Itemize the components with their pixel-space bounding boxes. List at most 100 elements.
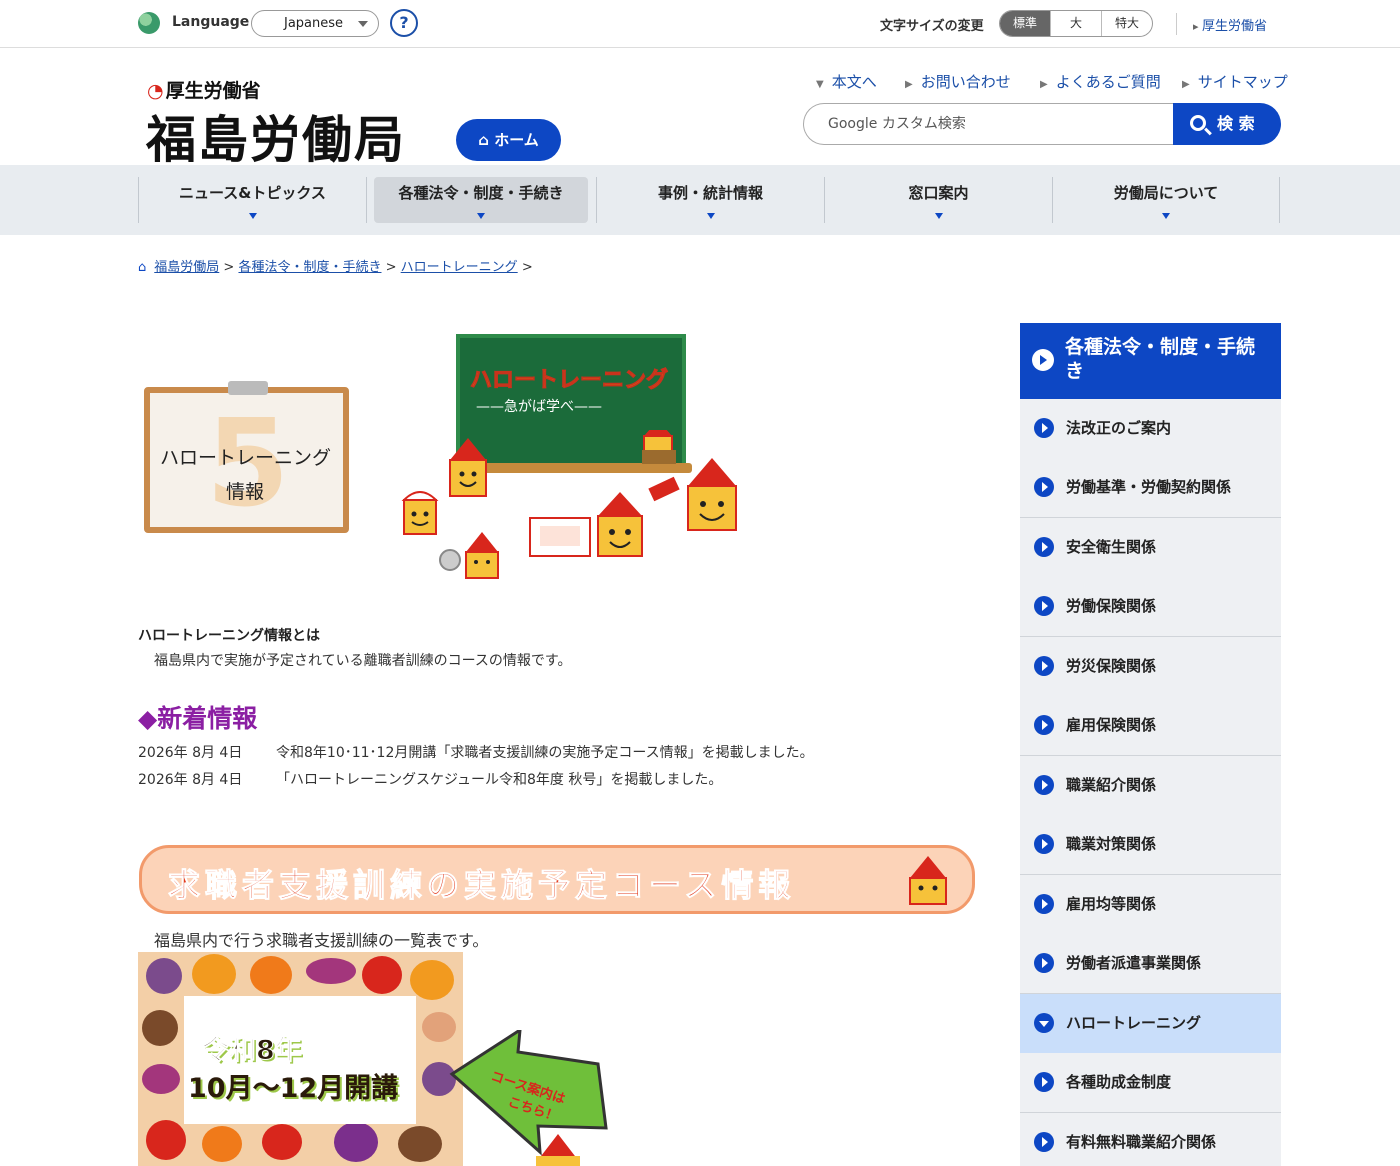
news-item: 2026年 8月 4日 令和8年10･11･12月開講「求職者支援訓練の実施予定コ… — [138, 742, 814, 762]
arrow-circle-icon — [1034, 1072, 1054, 1092]
language-select-value: Japanese — [284, 16, 344, 31]
mhlw-link[interactable]: 厚生労働省 — [1193, 15, 1267, 34]
mushroom-icon — [262, 1124, 302, 1160]
sidebar-heading-label: 各種法令・制度・手続き — [1065, 336, 1256, 382]
faq-link[interactable]: ▶ よくあるご質問 — [1040, 71, 1161, 92]
font-size-xlarge[interactable]: 特大 — [1101, 11, 1152, 36]
eggplant-icon — [146, 958, 182, 994]
schedule-period: 10月～12月開講 — [188, 1073, 399, 1104]
home-icon: ⌂ — [138, 260, 147, 275]
persimmon-icon — [250, 956, 292, 994]
help-icon[interactable]: ? — [390, 9, 418, 37]
news-text: 「ハロートレーニングスケジュール令和8年度 秋号」を掲載しました。 — [276, 772, 723, 788]
news-date: 2026年 8月 4日 — [138, 772, 243, 788]
sidebar-item-labor-insurance[interactable]: 労働保険関係 — [1020, 577, 1281, 637]
sidebar-item-law-revision[interactable]: 法改正のご案内 — [1020, 399, 1281, 459]
arrow-circle-icon — [1034, 775, 1054, 795]
triangle-down-icon: ▼ — [816, 79, 824, 90]
mascot-icon — [401, 491, 461, 571]
persimmon-icon — [202, 1126, 242, 1162]
font-size-large[interactable]: 大 — [1050, 11, 1101, 36]
sidebar-item-equal-employment[interactable]: 雇用均等関係 — [1020, 875, 1281, 935]
sidebar-item-worker-dispatch[interactable]: 労働者派遣事業関係 — [1020, 934, 1281, 994]
sidebar-item-job-placement[interactable]: 職業紹介関係 — [1020, 756, 1281, 816]
skip-to-content-link[interactable]: ▼ 本文へ — [816, 71, 877, 92]
sidebar-item-label: 安全衛生関係 — [1066, 538, 1157, 556]
clipboard-image: 5 ハロートレーニング 情報 — [144, 381, 349, 534]
arrow-circle-icon — [1034, 1132, 1054, 1152]
mascot-icon — [449, 438, 487, 497]
caret-down-icon — [477, 213, 485, 219]
pumpkin-icon — [410, 960, 454, 1000]
grapes-icon — [334, 1122, 378, 1162]
sidebar-item-safety-health[interactable]: 安全衛生関係 — [1020, 518, 1281, 578]
about-heading: ハロートレーニング情報とは — [138, 628, 320, 644]
link-label: よくあるご質問 — [1055, 73, 1161, 91]
sidebar-item-subsidies[interactable]: 各種助成金制度 — [1020, 1053, 1281, 1113]
arrow-circle-icon — [1032, 349, 1054, 371]
course-guide-arrow-sign[interactable]: コース案内は こちら！ — [448, 1030, 613, 1166]
breadcrumb-link-hello-training[interactable]: ハロートレーニング — [401, 260, 518, 275]
chestnut-icon — [398, 1126, 442, 1162]
search-button[interactable]: 検 索 — [1173, 103, 1281, 145]
chevron-down-icon — [358, 21, 368, 27]
nav-laws-systems[interactable]: 各種法令・制度・手続き — [374, 177, 588, 223]
sidebar-item-employment-insurance[interactable]: 雇用保険関係 — [1020, 696, 1281, 756]
bureau-title[interactable]: 福島労働局 — [146, 100, 406, 172]
clipboard-text: 情報 — [226, 481, 265, 503]
triangle-right-icon: ▶ — [1182, 79, 1190, 90]
sweet-potato-icon — [306, 958, 356, 984]
sidebar-item-labor-standards[interactable]: 労働基準・労働契約関係 — [1020, 458, 1281, 518]
mascot-icon — [642, 430, 676, 464]
triangle-right-icon: ▶ — [905, 79, 913, 90]
sidebar-item-label: ハロートレーニング — [1066, 1014, 1202, 1032]
breadcrumb-link-laws[interactable]: 各種法令・制度・手続き — [238, 260, 381, 275]
nav-cases-statistics[interactable]: 事例・統計情報 — [596, 177, 824, 223]
course-list-description: 福島県内で行う求職者支援訓練の一覧表です。 — [154, 931, 489, 950]
search-input[interactable] — [828, 104, 1168, 144]
divider — [366, 177, 367, 223]
nav-label: 労働局について — [1113, 184, 1219, 202]
sidebar-item-paid-free-placement[interactable]: 有料無料職業紹介関係 — [1020, 1113, 1281, 1166]
font-size-standard[interactable]: 標準 — [1000, 11, 1050, 36]
sidebar-item-employment-measures[interactable]: 職業対策関係 — [1020, 815, 1281, 875]
home-button-label: ホーム — [494, 131, 539, 149]
sweet-potato-icon — [142, 1064, 180, 1094]
breadcrumb-link-home[interactable]: 福島労働局 — [154, 260, 219, 275]
course-schedule-image[interactable]: 令和8年 10月～12月開講 — [138, 952, 463, 1166]
sidebar-item-label: 各種助成金制度 — [1066, 1073, 1172, 1091]
news-date: 2026年 8月 4日 — [138, 745, 243, 761]
pumpkin-icon — [192, 954, 236, 994]
sidebar-heading[interactable]: 各種法令・制度・手続き — [1020, 323, 1281, 399]
nav-counter-guide[interactable]: 窓口案内 — [824, 177, 1052, 223]
nav-about-bureau[interactable]: 労働局について — [1052, 177, 1280, 223]
globe-icon — [138, 12, 160, 34]
language-select[interactable]: Japanese — [251, 10, 379, 37]
mhlw-logo-icon: ◔ — [147, 80, 164, 102]
banner-title: 求職者支援訓練の実施予定コース情報 — [167, 866, 796, 905]
caret-down-icon — [934, 213, 943, 219]
nav-label: 事例・統計情報 — [657, 184, 763, 202]
sidebar-item-hello-training[interactable]: ハロートレーニング — [1020, 994, 1281, 1054]
news-item: 2026年 8月 4日 「ハロートレーニングスケジュール令和8年度 秋号」を掲載し… — [138, 769, 722, 789]
home-button[interactable]: ⌂ ホーム — [456, 119, 561, 161]
caret-down-icon — [248, 213, 257, 219]
link-label: お問い合わせ — [920, 73, 1011, 91]
sidebar-item-label: 職業対策関係 — [1066, 835, 1157, 853]
arrow-circle-icon — [1034, 894, 1054, 914]
sitemap-link[interactable]: ▶ サイトマップ — [1182, 71, 1288, 92]
chalkboard-title: ハロートレーニング — [469, 368, 669, 394]
apple-icon — [146, 1120, 186, 1160]
sidebar-item-workers-comp[interactable]: 労災保険関係 — [1020, 637, 1281, 697]
language-label: Language — [172, 14, 250, 30]
sidebar-item-label: 有料無料職業紹介関係 — [1066, 1133, 1217, 1151]
contact-link[interactable]: ▶ お問い合わせ — [905, 71, 1011, 92]
link-label: サイトマップ — [1197, 73, 1288, 91]
nav-news-topics[interactable]: ニュース&トピックス — [138, 177, 366, 223]
breadcrumb-separator: > — [223, 260, 235, 275]
schedule-year: 令和8年 — [202, 1035, 303, 1067]
arrow-circle-icon — [1034, 596, 1054, 616]
triangle-right-icon: ▶ — [1040, 79, 1048, 90]
ministry-logo[interactable]: ◔ 厚生労働省 — [147, 76, 261, 103]
apple-icon — [362, 956, 402, 994]
